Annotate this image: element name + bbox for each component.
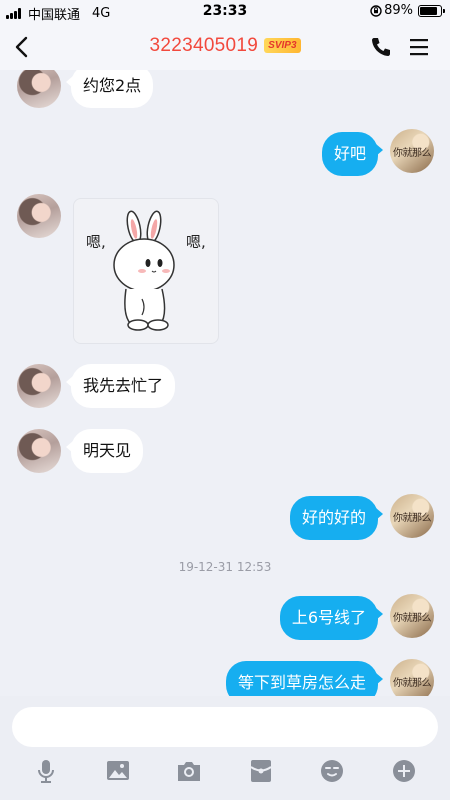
bunny-sticker-icon xyxy=(113,210,175,331)
contact-avatar[interactable] xyxy=(17,194,61,238)
contact-avatar[interactable] xyxy=(17,70,61,108)
message-bubble-outgoing[interactable]: 上6号线了 xyxy=(279,596,384,640)
my-avatar[interactable]: 你就那么 xyxy=(390,659,434,696)
battery-icon xyxy=(418,4,445,17)
red-packet-icon[interactable] xyxy=(248,758,274,784)
camera-icon[interactable] xyxy=(176,758,202,784)
phone-call-button[interactable] xyxy=(369,35,393,59)
plus-icon[interactable] xyxy=(391,758,417,784)
status-bar: 中国联通 4G 23:33 89% xyxy=(0,0,450,24)
contact-avatar[interactable] xyxy=(17,429,61,473)
avatar-caption: 你就那么 xyxy=(393,513,432,524)
message-bubble-incoming[interactable]: 明天见 xyxy=(65,429,144,473)
battery-fill xyxy=(420,6,437,15)
vip-badge: SVIP3 xyxy=(264,38,301,53)
input-area xyxy=(0,696,450,800)
chat-header: 3223405019 SVIP3 xyxy=(0,24,450,70)
sticker-message[interactable]: 嗯, 嗯, xyxy=(73,198,219,344)
my-avatar[interactable]: 你就那么 xyxy=(390,129,434,173)
message-list[interactable]: 约您2点 好吧 你就那么 嗯, 嗯, 我先去忙了 明天见 好的好的 你就那么 1… xyxy=(0,70,450,696)
message-timestamp: 19-12-31 12:53 xyxy=(178,560,272,574)
message-bubble-outgoing[interactable]: 好吧 xyxy=(321,132,384,176)
image-icon[interactable] xyxy=(105,758,131,784)
message-bubble-incoming[interactable]: 我先去忙了 xyxy=(65,364,176,408)
message-bubble-outgoing[interactable]: 好的好的 xyxy=(289,496,384,540)
avatar-caption: 你就那么 xyxy=(393,613,432,624)
contact-avatar[interactable] xyxy=(17,364,61,408)
battery-percent: 89% xyxy=(384,3,413,18)
avatar-caption: 你就那么 xyxy=(393,148,432,159)
status-right: 89% xyxy=(370,3,445,18)
orientation-lock-icon xyxy=(370,4,382,17)
menu-button[interactable] xyxy=(407,35,431,59)
my-avatar[interactable]: 你就那么 xyxy=(390,594,434,638)
my-avatar[interactable]: 你就那么 xyxy=(390,494,434,538)
message-bubble-incoming[interactable]: 约您2点 xyxy=(65,70,154,108)
chat-title[interactable]: 3223405019 xyxy=(149,35,258,56)
microphone-icon[interactable] xyxy=(33,758,59,784)
message-input[interactable] xyxy=(12,707,438,747)
avatar-caption: 你就那么 xyxy=(393,678,432,689)
message-bubble-outgoing[interactable]: 等下到草房怎么走 xyxy=(225,661,384,696)
emoji-icon[interactable] xyxy=(319,758,345,784)
